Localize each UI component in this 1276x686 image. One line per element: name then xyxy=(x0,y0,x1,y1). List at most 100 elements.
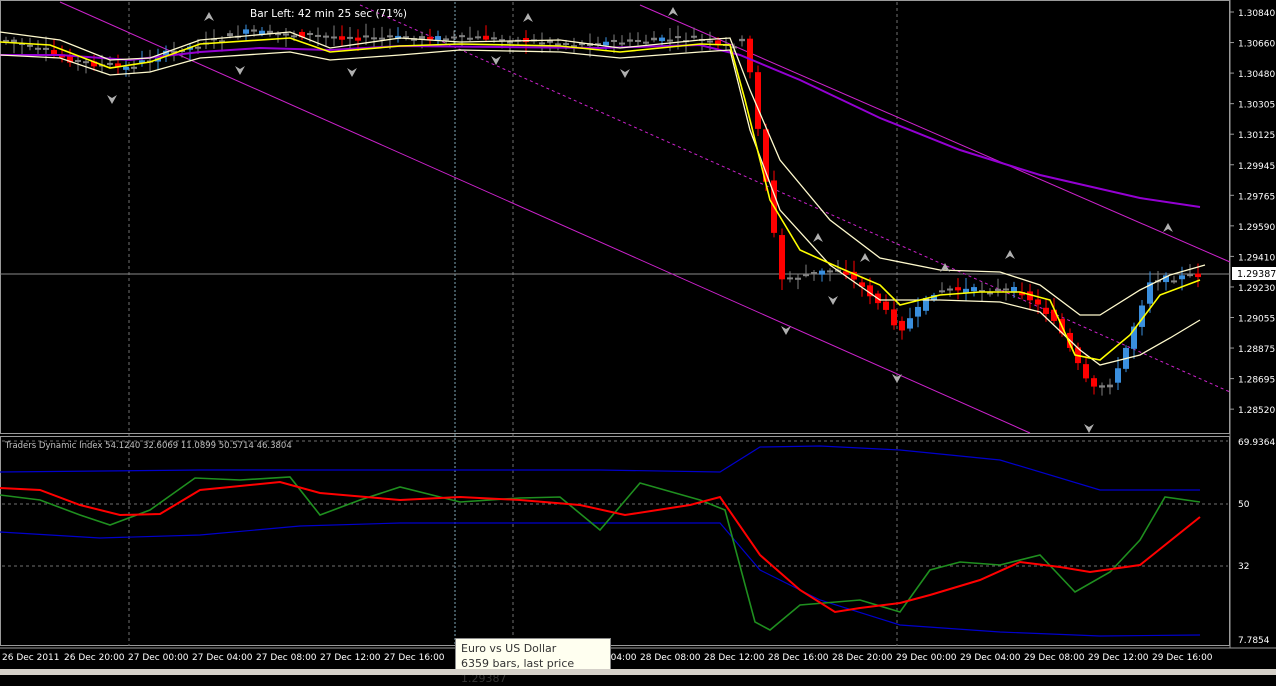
candle-body xyxy=(755,72,761,129)
time-tick-label: 27 Dec 00:00 xyxy=(128,653,189,663)
candle-body xyxy=(939,290,945,293)
candle-body xyxy=(747,38,753,73)
candle-body xyxy=(667,39,673,42)
candle-body xyxy=(467,37,473,40)
fractal-up-arrow xyxy=(668,7,678,16)
time-tick-label: 28 Dec 12:00 xyxy=(704,653,765,663)
vertical-grid xyxy=(128,2,898,646)
indicator-scale: 69.9364 50 32 7.7854 xyxy=(1238,438,1275,646)
tdi-signal-line xyxy=(0,480,1201,614)
candle-body xyxy=(915,306,921,317)
candle-body xyxy=(795,277,801,280)
candle-body xyxy=(491,37,497,40)
candle-body xyxy=(1003,288,1009,291)
time-tick-label: 29 Dec 16:00 xyxy=(1152,653,1213,663)
candle-body xyxy=(1035,299,1041,305)
moving-averages-layer xyxy=(0,31,1206,366)
candle-body xyxy=(811,272,817,275)
candle-body xyxy=(1043,307,1049,314)
candles-layer xyxy=(3,23,1201,396)
time-tick-label: 27 Dec 04:00 xyxy=(192,653,253,663)
price-tick-label: 1.30840 xyxy=(1238,9,1275,19)
indicator-tick-label: 7.7854 xyxy=(1238,636,1270,646)
fractal-up-arrow xyxy=(813,233,823,242)
chart-window[interactable]: 1.29387 Bar Left: 42 min 25 sec (71%) Tr… xyxy=(0,0,1276,685)
fractal-arrows-layer xyxy=(107,7,1173,433)
candle-body xyxy=(35,47,41,50)
candle-body xyxy=(195,46,201,49)
candle-body xyxy=(1083,364,1089,379)
candle-body xyxy=(971,287,977,292)
candle-body xyxy=(1091,378,1097,387)
fractal-up-arrow xyxy=(1163,223,1173,232)
candle-body xyxy=(619,42,625,45)
candle-body xyxy=(635,39,641,42)
candle-body xyxy=(419,36,425,39)
candle-body xyxy=(27,44,33,47)
symbol-tabs-bar[interactable] xyxy=(0,669,1276,675)
candle-body xyxy=(643,41,649,44)
candle-body xyxy=(819,270,825,275)
candle-body xyxy=(891,309,897,326)
fractal-down-arrow xyxy=(347,68,357,77)
candle-body xyxy=(347,36,353,39)
candle-body xyxy=(387,35,393,38)
candle-body xyxy=(339,36,345,40)
candle-body xyxy=(363,35,369,38)
candle-body xyxy=(787,277,793,280)
time-tick-label: 26 Dec 2011 xyxy=(2,653,60,663)
candle-body xyxy=(899,320,905,331)
candle-body xyxy=(659,37,665,42)
candle-body xyxy=(907,318,913,329)
time-tick-label: 28 Dec 08:00 xyxy=(640,653,701,663)
candle-body xyxy=(1107,384,1113,388)
candle-body xyxy=(459,35,465,38)
price-tick-label: 1.29590 xyxy=(1238,223,1275,233)
candle-body xyxy=(1099,385,1105,388)
candle-body xyxy=(443,38,449,41)
candle-body xyxy=(355,37,361,41)
indicator-levels xyxy=(2,440,1228,567)
candle-body xyxy=(1195,273,1201,278)
candle-body xyxy=(251,29,257,32)
candle-body xyxy=(555,43,561,46)
candle-body xyxy=(507,41,513,44)
time-tick-label: 27 Dec 16:00 xyxy=(384,653,445,663)
candle-body xyxy=(1171,280,1177,283)
tooltip-title: Euro vs US Dollar xyxy=(461,642,557,655)
candle-body xyxy=(883,301,889,310)
candle-body xyxy=(51,50,57,55)
fractal-down-arrow xyxy=(620,69,630,78)
candle-body xyxy=(1187,274,1193,277)
candle-body xyxy=(227,33,233,37)
main-panel-frame xyxy=(0,0,1230,434)
upper-envelope-line xyxy=(0,31,1206,316)
candle-body xyxy=(435,36,441,40)
candle-body xyxy=(955,287,961,291)
price-tick-label: 1.29410 xyxy=(1238,253,1275,263)
candle-body xyxy=(323,35,329,38)
candle-body xyxy=(651,37,657,41)
candle-body xyxy=(779,235,785,280)
fractal-up-arrow xyxy=(204,12,214,21)
price-tick-label: 1.29945 xyxy=(1238,162,1275,172)
price-tick-label: 1.30305 xyxy=(1238,101,1275,111)
candle-body xyxy=(283,33,289,36)
indicator-tick-label: 32 xyxy=(1238,562,1249,572)
candle-body xyxy=(107,62,113,65)
fractal-up-arrow xyxy=(523,13,533,22)
candle-body xyxy=(451,36,457,39)
tdi-lines-layer xyxy=(0,445,1201,637)
candle-body xyxy=(827,270,833,273)
candle-body xyxy=(603,41,609,46)
time-tick-label: 29 Dec 04:00 xyxy=(960,653,1021,663)
fractal-down-arrow xyxy=(828,296,838,305)
candle-body xyxy=(83,61,89,64)
candle-body xyxy=(1115,368,1121,383)
candle-body xyxy=(483,35,489,40)
time-tick-label: 26 Dec 20:00 xyxy=(64,653,125,663)
candle-body xyxy=(131,66,137,69)
price-chart-canvas[interactable]: 1.29387 Bar Left: 42 min 25 sec (71%) Tr… xyxy=(0,0,1276,675)
candle-body xyxy=(739,38,745,42)
tdi-lower-band xyxy=(0,522,1201,637)
